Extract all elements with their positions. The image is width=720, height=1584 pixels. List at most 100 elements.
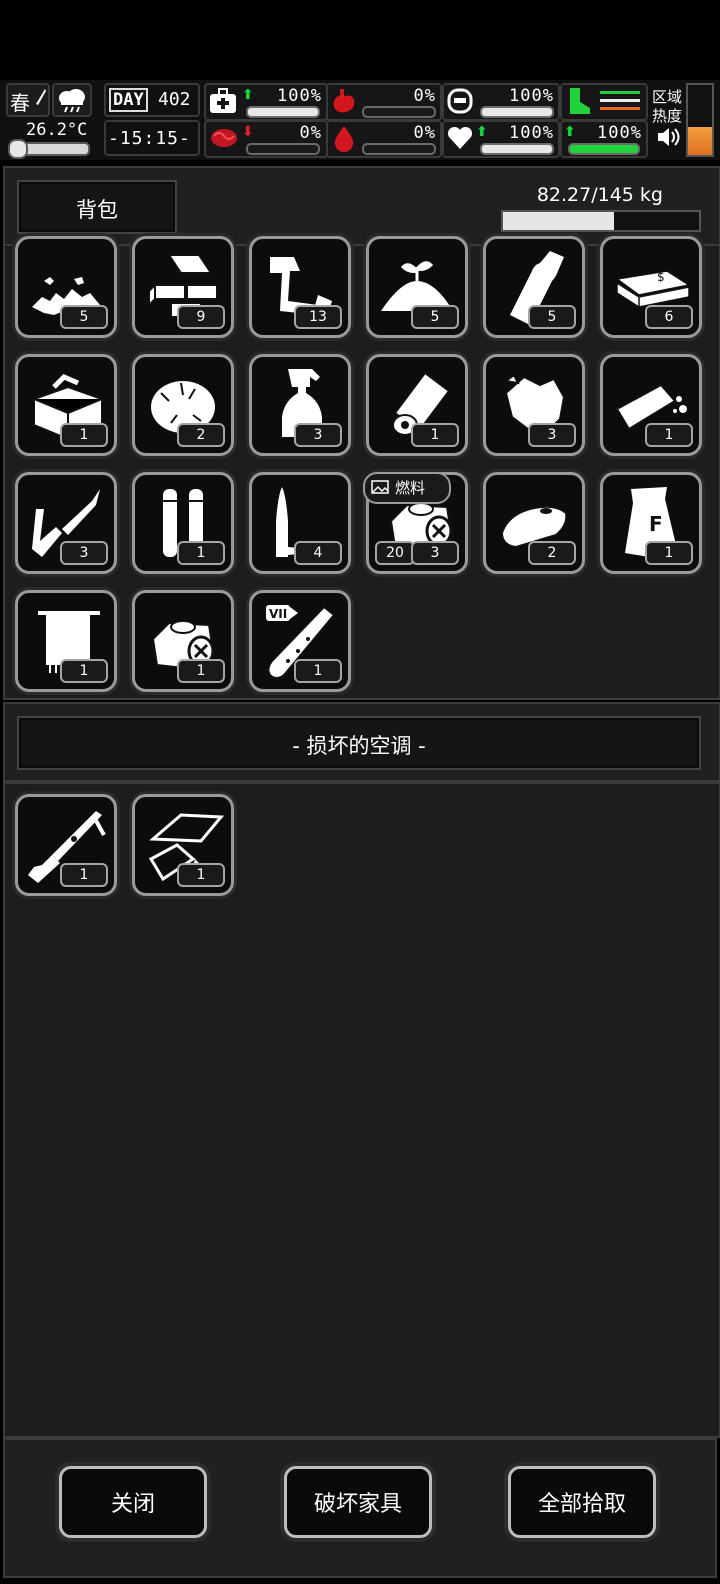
boot-icon [570, 88, 590, 114]
item-slot-test-tube[interactable]: VII 1 [249, 590, 351, 692]
stomach-icon [333, 89, 355, 113]
health-stat: ⬆ 100% [204, 83, 328, 121]
mood-up-arrow: ⬆ [476, 124, 488, 140]
item-count: 1 [60, 863, 108, 887]
item-slot-cotton[interactable]: 2 [132, 354, 234, 456]
item-slot-empty-canister[interactable]: 1 [132, 590, 234, 692]
bleeding-stat: 0% [326, 120, 442, 158]
bleeding-bar [362, 143, 436, 155]
temperature-readout: 26.2°C [26, 120, 88, 140]
leg-stat [560, 83, 648, 121]
zone-heat-label: 区域热度 [652, 88, 683, 125]
status-hud: 春 26.2°C DAY 402 -15:15- ⬆ 100% ⬇ 0% 0% … [0, 80, 720, 160]
item-slot-flour-bag[interactable]: F 1 [600, 472, 702, 574]
medkit-icon [210, 88, 236, 113]
item-slot-bottle[interactable]: 5 [483, 236, 585, 338]
hunger-stat: 0% [326, 83, 442, 121]
health-value: 100% [277, 86, 322, 106]
item-slot-paper-roll[interactable]: 1 [366, 354, 468, 456]
mood-value: 100% [509, 123, 554, 143]
mood-stat: ⬆ 100% [442, 120, 560, 158]
leg-up-arrow: ⬆ [564, 124, 576, 140]
item-slot-cash[interactable]: $ 6 [600, 236, 702, 338]
backpack-header: 背包 82.27/145 kg [3, 166, 720, 246]
item-count: 1 [411, 423, 459, 447]
item-count: 4 [294, 541, 342, 565]
item-count: 3 [411, 541, 459, 565]
fuel-tag: 燃料 [363, 472, 451, 504]
item-count: 1 [645, 541, 693, 565]
clock-time: -15:15- [108, 128, 191, 149]
item-slot-scrap-pipes[interactable]: 13 [249, 236, 351, 338]
weight-bar-fill [503, 212, 614, 230]
backpack-title: 背包 [76, 198, 118, 222]
item-slot-toolbox[interactable]: 1 [15, 354, 117, 456]
item-count: 9 [177, 305, 225, 329]
item-count: 1 [60, 659, 108, 683]
weight-bar [501, 210, 701, 232]
canteen-icon [447, 88, 473, 114]
item-slot-spray[interactable]: 3 [249, 354, 351, 456]
svg-text:F: F [649, 512, 663, 536]
backpack-tab[interactable]: 背包 [17, 180, 177, 234]
container-grid: 1 1 [3, 782, 720, 1438]
take-all-button[interactable]: 全部拾取 [508, 1466, 656, 1538]
bottom-action-bar: 关闭 破坏家具 全部拾取 [3, 1438, 717, 1578]
item-count: 5 [60, 305, 108, 329]
infection-stat: ⬇ 0% [204, 120, 328, 158]
item-slot-dirt[interactable]: 5 [366, 236, 468, 338]
heart-icon [447, 126, 473, 149]
rain-cloud-icon [59, 89, 85, 113]
svg-text:VII: VII [269, 607, 287, 621]
item-slot-rubble[interactable]: 5 [15, 236, 117, 338]
item-slot-knife[interactable]: 4 [249, 472, 351, 574]
item-count: 1 [177, 541, 225, 565]
item-count: 5 [411, 305, 459, 329]
infection-bar [246, 143, 320, 155]
item-slot-shotgun[interactable]: 1 [15, 794, 117, 896]
fuel-amount: 20 [375, 541, 415, 565]
item-count: 6 [645, 305, 693, 329]
destroy-furniture-button[interactable]: 破坏家具 [284, 1466, 432, 1538]
item-slot-soap[interactable]: 1 [600, 354, 702, 456]
item-slot-bread[interactable]: 2 [483, 472, 585, 574]
item-slot-glass-shards[interactable]: 1 [132, 794, 234, 896]
day-counter: DAY 402 [104, 83, 200, 117]
stamina-value: 100% [509, 86, 554, 106]
item-count: 5 [528, 305, 576, 329]
zone-heat-meter [686, 83, 714, 157]
container-title: - 损坏的空调 - [292, 734, 426, 758]
health-bar [246, 106, 320, 118]
day-number: 402 [158, 89, 191, 110]
season-badge: 春 [6, 83, 50, 117]
temperature-gauge [8, 139, 90, 159]
infection-down-arrow: ⬇ [242, 124, 254, 140]
fuel-tag-label: 燃料 [395, 479, 426, 497]
speaker-icon[interactable] [656, 126, 682, 148]
svg-text:$: $ [657, 270, 665, 284]
close-button[interactable]: 关闭 [59, 1466, 207, 1538]
item-count: 1 [645, 423, 693, 447]
item-count: 2 [177, 423, 225, 447]
item-count: 1 [294, 659, 342, 683]
season-label: 春 [10, 91, 30, 115]
mood-bar [480, 143, 554, 155]
feather-icon [36, 89, 46, 105]
infection-value: 0% [299, 123, 322, 143]
hunger-value: 0% [413, 86, 436, 106]
backpack-grid: 5 9 13 5 5 $ 6 1 2 3 1 3 1 3 1 4 20 3 2 … [3, 236, 720, 700]
item-count: 3 [60, 541, 108, 565]
item-slot-soldering-iron[interactable]: 3 [15, 472, 117, 574]
item-slot-crumpled-paper[interactable]: 3 [483, 354, 585, 456]
item-count: 1 [177, 659, 225, 683]
item-count: 13 [294, 305, 342, 329]
item-count: 3 [294, 423, 342, 447]
health-up-arrow: ⬆ [242, 87, 254, 103]
item-slot-bullets[interactable]: 1 [132, 472, 234, 574]
item-slot-bricks[interactable]: 9 [132, 236, 234, 338]
virus-brain-icon [211, 129, 237, 147]
image-broken-icon [371, 480, 389, 494]
item-count: 1 [60, 423, 108, 447]
item-slot-towel[interactable]: 1 [15, 590, 117, 692]
leg-value: 100% [597, 123, 642, 143]
